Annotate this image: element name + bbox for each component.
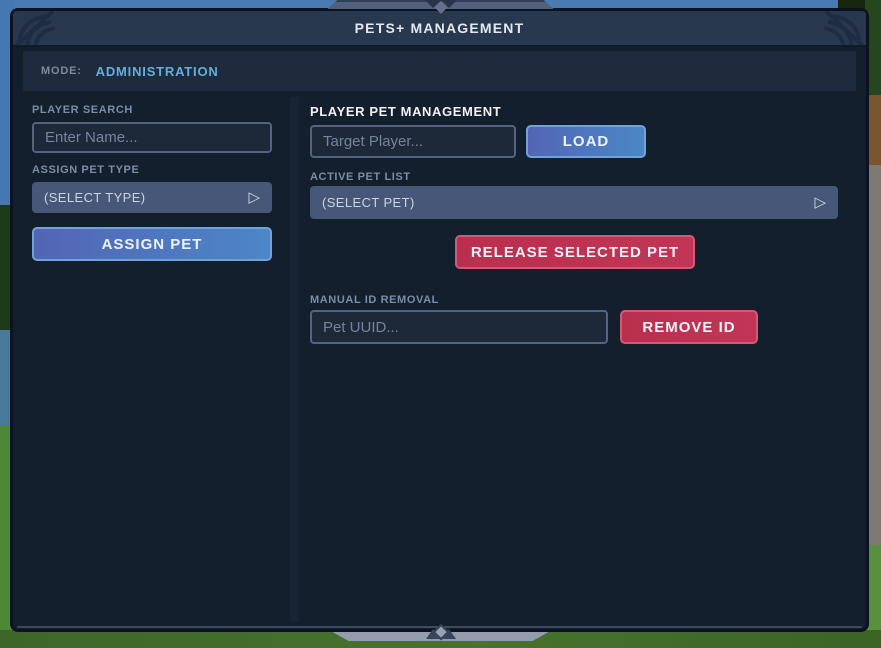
assign-pet-button[interactable]: ASSIGN PET [32,227,272,261]
dropdown-arrow-icon: ▷ [248,190,260,205]
active-pet-dropdown-value: (SELECT PET) [322,195,415,210]
load-button[interactable]: LOAD [526,125,646,158]
dialog-title: PETS+ MANAGEMENT [355,20,525,36]
manual-id-removal-label: MANUAL ID REMOVAL [310,294,439,306]
active-pet-list-label: ACTIVE PET LIST [310,171,411,183]
remove-id-button[interactable]: REMOVE ID [620,310,758,344]
player-search-input[interactable] [32,122,272,153]
release-selected-pet-button[interactable]: RELEASE SELECTED PET [455,235,695,269]
knot-ornament-left [15,11,71,47]
knot-ornament-right [808,11,864,47]
pets-management-dialog: PETS+ MANAGEMENT MODE: ADMINISTRATION PL… [10,8,869,632]
dialog-titlebar: PETS+ MANAGEMENT [13,11,866,47]
pet-type-dropdown-value: (SELECT TYPE) [44,190,146,205]
dropdown-arrow-icon: ▷ [814,195,826,210]
pet-type-dropdown[interactable]: (SELECT TYPE) ▷ [32,182,272,213]
assign-pet-type-label: ASSIGN PET TYPE [32,164,139,176]
mode-bar: MODE: ADMINISTRATION [23,51,856,91]
mode-value-administration[interactable]: ADMINISTRATION [96,64,219,79]
column-divider [290,97,299,622]
active-pet-dropdown[interactable]: (SELECT PET) ▷ [310,186,838,219]
mode-label: MODE: [41,65,82,77]
player-pet-management-heading: PLAYER PET MANAGEMENT [310,104,501,119]
target-player-input[interactable] [310,125,516,158]
pet-uuid-input[interactable] [310,310,608,344]
dialog-content: PLAYER SEARCH ASSIGN PET TYPE (SELECT TY… [13,91,866,627]
player-search-label: PLAYER SEARCH [32,104,133,116]
